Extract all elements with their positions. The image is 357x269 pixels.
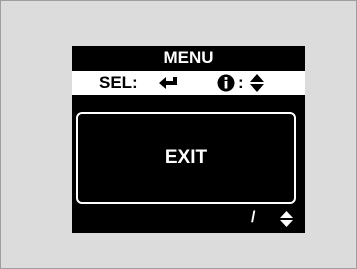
exit-menu-item-label: EXIT bbox=[164, 147, 208, 168]
enter-arrow-icon bbox=[159, 77, 177, 89]
info-icon bbox=[217, 74, 235, 92]
select-hint-bar: SEL: : bbox=[72, 71, 305, 95]
page-up-down-arrows-icon bbox=[280, 211, 293, 227]
display-surround: MENU SEL: : EXIT / bbox=[0, 0, 357, 269]
up-down-arrows-icon bbox=[250, 74, 264, 92]
info-display-screen: MENU SEL: : EXIT / bbox=[72, 46, 305, 233]
page-separator: / bbox=[251, 209, 256, 226]
info-separator: : bbox=[238, 73, 244, 92]
select-label: SEL: bbox=[99, 73, 138, 92]
menu-title: MENU bbox=[163, 48, 214, 67]
exit-menu-item[interactable]: EXIT bbox=[76, 112, 296, 204]
